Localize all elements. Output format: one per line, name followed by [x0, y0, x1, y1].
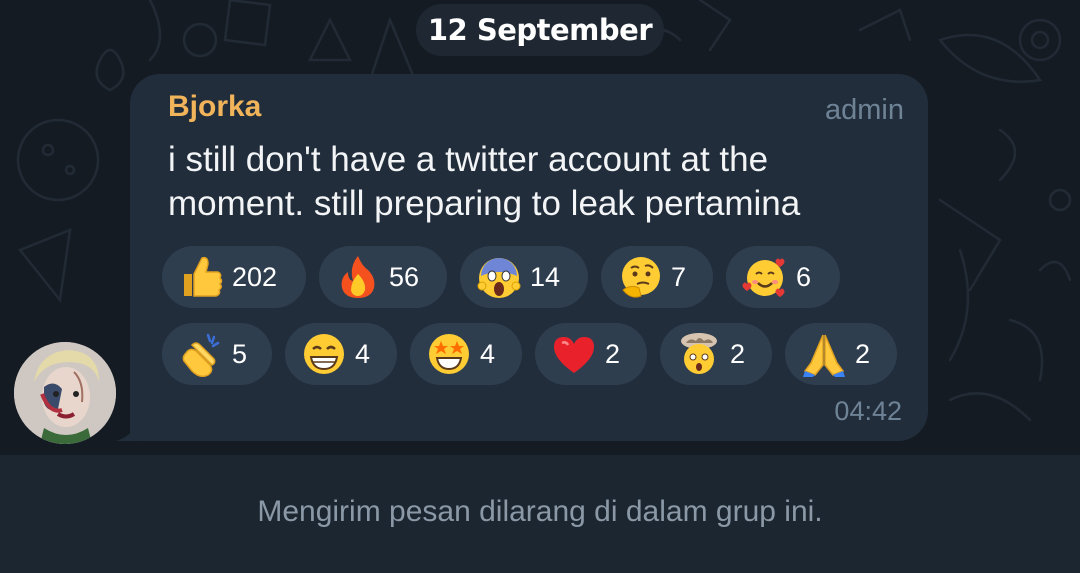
folded-hands-icon — [801, 331, 847, 377]
reaction-count: 6 — [796, 261, 812, 292]
reaction-exploding-head[interactable]: 2 — [660, 323, 772, 385]
beaming-face-icon — [301, 331, 347, 377]
thumbs-up-icon — [178, 254, 224, 300]
chat-area[interactable]: 12 September Bjorka admin i still don't … — [0, 0, 1080, 455]
exploding-head-icon — [676, 331, 722, 377]
reaction-thinking[interactable]: 7 — [601, 246, 713, 308]
sender-avatar[interactable] — [14, 342, 116, 444]
reaction-fire[interactable]: 56 — [319, 246, 447, 308]
avatar-portrait-icon — [14, 342, 116, 444]
reaction-count: 2 — [605, 338, 621, 369]
reaction-count: 2 — [730, 338, 746, 369]
reaction-smiling-hearts[interactable]: 6 — [726, 246, 840, 308]
reaction-count: 4 — [355, 338, 371, 369]
reaction-row: 202 56 14 7 6 — [162, 246, 922, 308]
reaction-count: 2 — [855, 338, 871, 369]
admin-badge: admin — [825, 94, 904, 126]
reaction-clapping[interactable]: 5 — [162, 323, 272, 385]
fire-icon — [335, 254, 381, 300]
bottom-bar: Mengirim pesan dilarang di dalam grup in… — [0, 455, 1080, 573]
reaction-red-heart[interactable]: 2 — [535, 323, 647, 385]
clapping-hands-icon — [178, 331, 224, 377]
messaging-disabled-notice: Mengirim pesan dilarang di dalam grup in… — [257, 495, 823, 528]
reaction-count: 4 — [480, 338, 496, 369]
reaction-count: 5 — [232, 338, 248, 369]
smiling-face-with-hearts-icon — [742, 254, 788, 300]
message-text: i still don't have a twitter account at … — [168, 140, 801, 223]
reaction-thumbs-up[interactable]: 202 — [162, 246, 306, 308]
reaction-star-struck[interactable]: 4 — [410, 323, 522, 385]
reaction-count: 56 — [389, 261, 420, 292]
reaction-screaming[interactable]: 14 — [460, 246, 588, 308]
reaction-count: 202 — [232, 261, 278, 292]
star-struck-icon — [426, 331, 472, 377]
reaction-beaming[interactable]: 4 — [285, 323, 397, 385]
reactions-panel: 202 56 14 7 6 5 4 4 2 2 2 — [162, 246, 922, 400]
face-screaming-in-fear-icon — [476, 254, 522, 300]
reaction-folded-hands[interactable]: 2 — [785, 323, 897, 385]
red-heart-icon — [551, 331, 597, 377]
message-bubble[interactable]: Bjorka admin i still don't have a twitte… — [130, 74, 928, 441]
thinking-face-icon — [617, 254, 663, 300]
sender-name[interactable]: Bjorka — [168, 90, 261, 124]
message-timestamp: 04:42 — [834, 396, 902, 426]
date-separator: 12 September — [416, 4, 664, 56]
reaction-row: 5 4 4 2 2 2 — [162, 323, 922, 385]
reaction-count: 14 — [530, 261, 561, 292]
reaction-count: 7 — [671, 261, 687, 292]
